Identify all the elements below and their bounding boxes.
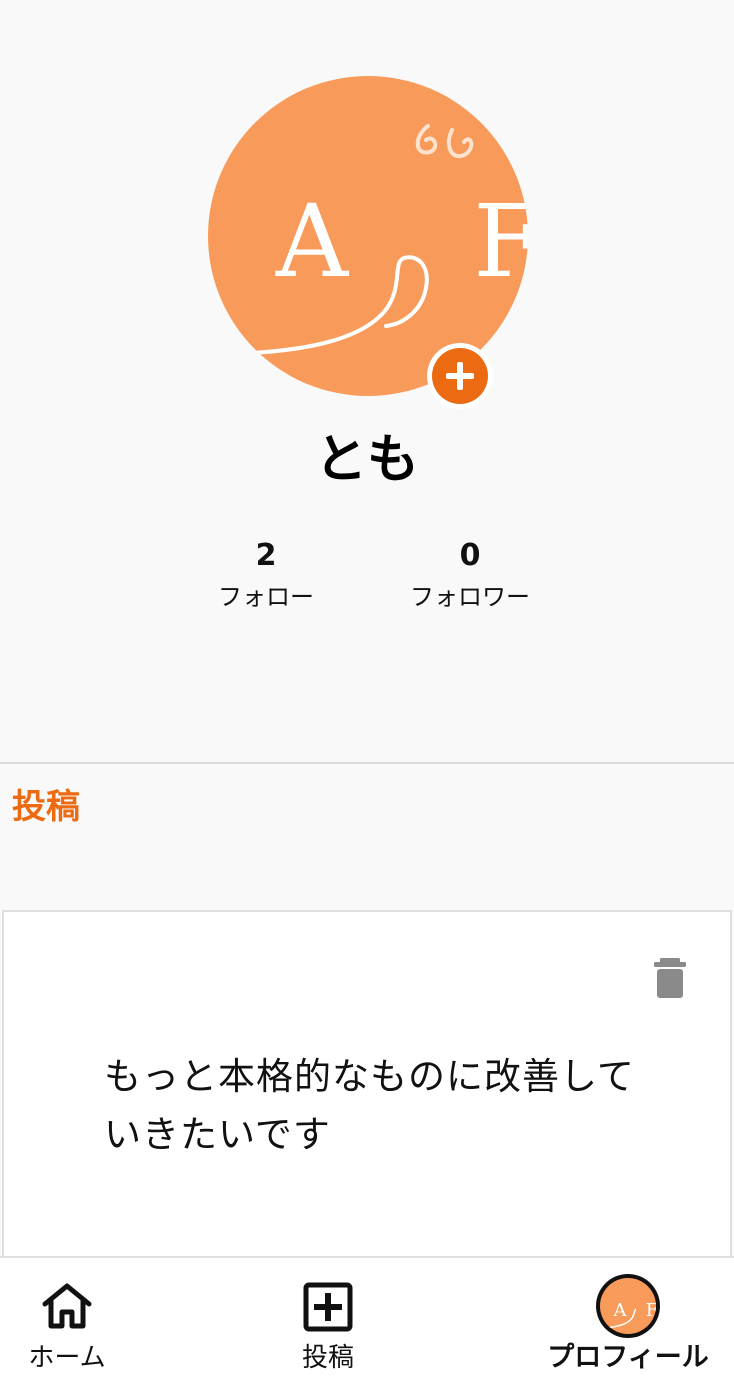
follower-count: 0 bbox=[459, 538, 481, 573]
follow-label: フォロー bbox=[218, 583, 314, 611]
section-divider bbox=[0, 762, 734, 764]
svg-text:F: F bbox=[473, 183, 528, 300]
add-box-icon bbox=[303, 1282, 353, 1332]
nav-profile[interactable]: A F プロフィール bbox=[540, 1258, 716, 1392]
trash-icon bbox=[654, 958, 686, 998]
profile-page: A F とも 2 フォロー 0 フォロワー 投稿 もっと本格的なものに改善してい… bbox=[0, 0, 734, 1392]
plus-icon bbox=[432, 348, 488, 404]
home-icon bbox=[42, 1283, 92, 1329]
profile-avatar-container: A F bbox=[208, 76, 528, 409]
delete-post-button[interactable] bbox=[650, 956, 690, 1000]
post-card: もっと本格的なものに改善していきたいです bbox=[2, 910, 732, 1270]
profile-username: とも bbox=[314, 430, 419, 490]
nav-profile-label: プロフィール bbox=[547, 1342, 709, 1373]
svg-text:A: A bbox=[613, 1300, 628, 1321]
nav-home[interactable]: ホーム bbox=[0, 1258, 134, 1392]
follow-stat[interactable]: 2 フォロー bbox=[186, 536, 346, 618]
svg-text:A: A bbox=[275, 183, 350, 300]
follow-count: 2 bbox=[255, 538, 277, 573]
posts-section-title: 投稿 bbox=[12, 787, 80, 827]
svg-text:F: F bbox=[646, 1300, 656, 1321]
bottom-navigation: ホーム 投稿 A F プロフィール bbox=[0, 1256, 734, 1392]
post-text: もっと本格的なものに改善していきたいです bbox=[104, 1055, 635, 1156]
nav-home-label: ホーム bbox=[28, 1343, 106, 1373]
nav-post[interactable]: 投稿 bbox=[262, 1258, 394, 1392]
nav-post-label: 投稿 bbox=[301, 1343, 354, 1373]
profile-avatar[interactable]: A F bbox=[208, 76, 528, 396]
add-avatar-button[interactable] bbox=[427, 343, 493, 409]
follower-label: フォロワー bbox=[410, 583, 530, 611]
profile-avatar-icon: A F bbox=[596, 1274, 660, 1338]
follower-stat[interactable]: 0 フォロワー bbox=[390, 536, 550, 618]
